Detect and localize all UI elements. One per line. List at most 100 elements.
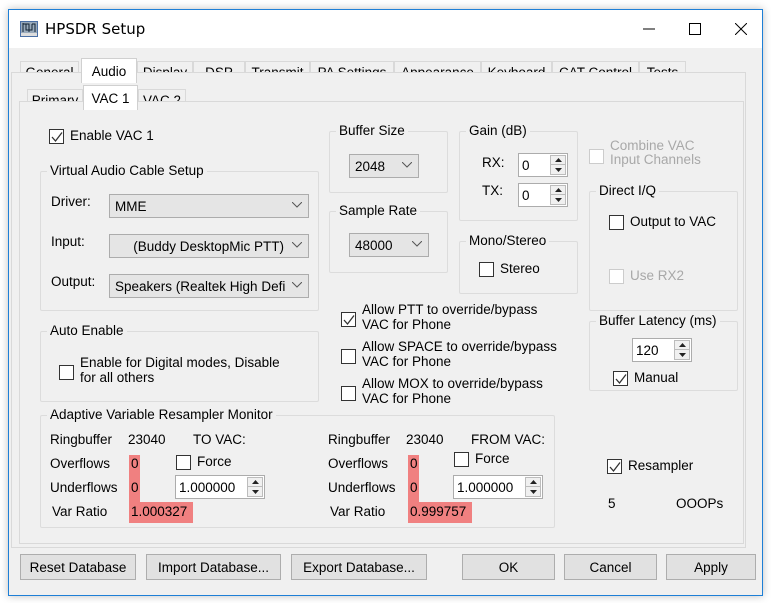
apply-button[interactable]: Apply: [666, 554, 756, 580]
manual-latency-checkbox[interactable]: [613, 371, 628, 386]
tab-audio[interactable]: Audio: [81, 58, 137, 83]
spin-up-icon[interactable]: [526, 478, 540, 487]
from-vac-direction: FROM VAC:: [471, 432, 545, 447]
spin-down-icon[interactable]: [526, 487, 540, 496]
spin-down-icon[interactable]: [551, 165, 565, 174]
to-ringbuffer-value: 23040: [128, 432, 166, 447]
sample-rate-title: Sample Rate: [336, 203, 421, 218]
reset-database-button[interactable]: Reset Database: [20, 554, 136, 580]
from-var-ratio-label: Var Ratio: [330, 504, 386, 519]
enable-vac1-label: Enable VAC 1: [70, 128, 154, 143]
from-ringbuffer-value: 23040: [406, 432, 444, 447]
override-space-label: Allow SPACE to override/bypass VAC for Ph…: [362, 339, 557, 369]
spin-down-icon[interactable]: [675, 350, 689, 359]
resampler-label: Resampler: [628, 458, 694, 473]
rx-gain-label: RX:: [482, 155, 505, 170]
override-ptt-checkbox[interactable]: [341, 312, 356, 327]
driver-select[interactable]: MME: [109, 194, 309, 218]
buffer-latency-title: Buffer Latency (ms): [596, 313, 720, 328]
spin-up-icon[interactable]: [551, 156, 565, 165]
rx-gain-spinner[interactable]: 0: [518, 153, 568, 177]
close-icon: [735, 23, 747, 35]
mono-stereo-title: Mono/Stereo: [466, 233, 550, 248]
to-vac-direction: TO VAC:: [193, 432, 246, 447]
combine-vac-checkbox[interactable]: [589, 149, 604, 164]
minimize-icon: [643, 28, 655, 30]
ooops-label: OOOPs: [676, 496, 724, 511]
resampler-checkbox[interactable]: [607, 459, 622, 474]
override-space-checkbox[interactable]: [341, 349, 356, 364]
tx-gain-label: TX:: [482, 183, 504, 198]
from-force-checkbox[interactable]: [454, 452, 469, 467]
from-underflows-label: Underflows: [328, 480, 396, 495]
buffer-size-select[interactable]: 2048: [349, 154, 419, 178]
manual-latency-label: Manual: [634, 370, 679, 385]
to-var-ratio-label: Var Ratio: [52, 504, 108, 519]
ok-button[interactable]: OK: [462, 554, 555, 580]
auto-enable-label: Enable for Digital modes, Disable for all…: [80, 355, 280, 385]
app-icon: [20, 21, 38, 37]
tx-gain-spinner[interactable]: 0: [518, 183, 568, 207]
minimize-button[interactable]: [626, 10, 672, 48]
export-database-button[interactable]: Export Database...: [291, 554, 427, 580]
output-label: Output:: [51, 274, 96, 289]
from-force-label: Force: [475, 451, 510, 466]
override-mox-label: Allow MOX to override/bypass VAC for Phon…: [362, 376, 543, 406]
close-button[interactable]: [718, 10, 764, 48]
checkmark-icon: [615, 374, 627, 385]
output-to-vac-label: Output to VAC: [630, 214, 717, 229]
sample-rate-select[interactable]: 48000: [349, 233, 429, 257]
buffer-latency-spinner[interactable]: 120: [632, 338, 692, 362]
from-force-ratio-spinner[interactable]: 1.000000: [453, 475, 543, 499]
chevron-down-icon: [292, 282, 302, 288]
chevron-down-icon: [292, 202, 302, 208]
use-rx2-label: Use RX2: [630, 268, 685, 283]
checkmark-icon: [343, 315, 355, 326]
to-force-ratio-spinner[interactable]: 1.000000: [175, 475, 265, 499]
stereo-checkbox[interactable]: [479, 262, 494, 277]
direct-iq-group: Direct I/Q: [589, 183, 738, 311]
to-ringbuffer-label: Ringbuffer: [50, 432, 113, 447]
to-overflows-label: Overflows: [50, 456, 111, 471]
to-underflows-label: Underflows: [50, 480, 118, 495]
maximize-icon: [689, 23, 701, 35]
title-bar[interactable]: HPSDR Setup: [9, 10, 762, 48]
output-select[interactable]: Speakers (Realtek High Defi: [109, 274, 309, 298]
to-var-ratio-value: 1.000327: [129, 502, 193, 523]
vac-setup-title: Virtual Audio Cable Setup: [47, 163, 207, 178]
override-ptt-label: Allow PTT to override/bypass VAC for Phon…: [362, 302, 538, 332]
from-overflows-label: Overflows: [328, 456, 389, 471]
output-to-vac-checkbox[interactable]: [609, 215, 624, 230]
cancel-button[interactable]: Cancel: [564, 554, 657, 580]
resampler-monitor-title: Adaptive Variable Resampler Monitor: [47, 407, 276, 422]
spin-up-icon[interactable]: [248, 478, 262, 487]
spin-down-icon[interactable]: [551, 195, 565, 204]
stereo-label: Stereo: [500, 261, 540, 276]
auto-enable-title: Auto Enable: [47, 323, 127, 338]
chevron-down-icon: [412, 241, 422, 247]
spin-down-icon[interactable]: [248, 487, 262, 496]
spin-up-icon[interactable]: [551, 186, 565, 195]
auto-enable-checkbox[interactable]: [59, 365, 74, 380]
from-ringbuffer-label: Ringbuffer: [328, 432, 391, 447]
spin-up-icon[interactable]: [675, 341, 689, 350]
import-database-button[interactable]: Import Database...: [146, 554, 281, 580]
from-overflows-value: 0: [410, 456, 418, 471]
direct-iq-title: Direct I/Q: [596, 183, 660, 198]
enable-vac1-checkbox[interactable]: [49, 129, 64, 144]
to-underflows-value: 0: [131, 480, 139, 495]
use-rx2-checkbox[interactable]: [609, 269, 624, 284]
subtab-vac1[interactable]: VAC 1: [83, 85, 138, 110]
override-mox-checkbox[interactable]: [341, 386, 356, 401]
input-label: Input:: [51, 234, 85, 249]
maximize-button[interactable]: [672, 10, 718, 48]
input-select[interactable]: (Buddy DesktopMic PTT): [109, 234, 309, 258]
checkmark-icon: [609, 462, 621, 473]
combine-vac-label: Combine VAC Input Channels: [610, 138, 701, 167]
driver-label: Driver:: [51, 194, 91, 209]
window-title: HPSDR Setup: [45, 20, 146, 38]
from-underflows-value: 0: [410, 480, 418, 495]
chevron-down-icon: [292, 242, 302, 248]
gain-title: Gain (dB): [466, 123, 530, 138]
to-force-checkbox[interactable]: [176, 455, 191, 470]
